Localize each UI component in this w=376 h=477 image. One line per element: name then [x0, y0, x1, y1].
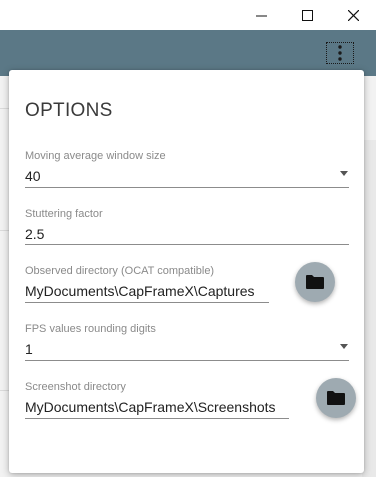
- maximize-button[interactable]: [284, 0, 330, 30]
- background-divider: [0, 230, 9, 231]
- moving-average-value: 40: [25, 168, 41, 184]
- chevron-down-icon: [340, 171, 348, 176]
- options-popup: OPTIONS Moving average window size 40 St…: [9, 70, 364, 473]
- stuttering-factor-label: Stuttering factor: [25, 208, 103, 220]
- minimize-icon: [255, 15, 267, 16]
- browse-observed-directory-button[interactable]: [295, 262, 335, 302]
- field-underline: [25, 418, 289, 419]
- more-vertical-icon: [338, 45, 342, 61]
- screenshot-directory-input[interactable]: Screenshot directory MyDocuments\CapFram…: [25, 381, 295, 419]
- fps-rounding-select[interactable]: FPS values rounding digits 1: [25, 323, 349, 361]
- close-button[interactable]: [330, 0, 376, 30]
- background-divider: [0, 108, 9, 109]
- options-title: OPTIONS: [25, 100, 113, 121]
- folder-icon: [306, 275, 324, 289]
- chevron-down-icon: [340, 344, 348, 349]
- field-underline: [25, 360, 349, 361]
- maximize-icon: [301, 9, 313, 21]
- field-underline: [25, 244, 349, 245]
- folder-icon: [327, 391, 345, 405]
- field-underline: [25, 302, 269, 303]
- stuttering-factor-value: 2.5: [25, 226, 45, 242]
- observed-directory-value: MyDocuments\CapFrameX\Captures: [25, 283, 255, 299]
- fps-rounding-label: FPS values rounding digits: [25, 323, 156, 335]
- title-bar: [0, 0, 376, 30]
- background-panel-edge: [362, 140, 376, 477]
- background-divider: [0, 390, 9, 391]
- minimize-button[interactable]: [238, 0, 284, 30]
- moving-average-label: Moving average window size: [25, 150, 166, 162]
- screenshot-directory-label: Screenshot directory: [25, 381, 126, 393]
- observed-directory-input[interactable]: Observed directory (OCAT compatible) MyD…: [25, 265, 277, 303]
- more-menu-button[interactable]: [326, 42, 354, 64]
- screenshot-directory-value: MyDocuments\CapFrameX\Screenshots: [25, 399, 276, 415]
- field-underline: [25, 187, 349, 188]
- moving-average-select[interactable]: Moving average window size 40: [25, 150, 349, 188]
- stuttering-factor-input[interactable]: Stuttering factor 2.5: [25, 208, 349, 246]
- fps-rounding-value: 1: [25, 341, 33, 357]
- observed-directory-label: Observed directory (OCAT compatible): [25, 265, 215, 277]
- close-icon: [347, 9, 359, 21]
- browse-screenshot-directory-button[interactable]: [316, 378, 356, 418]
